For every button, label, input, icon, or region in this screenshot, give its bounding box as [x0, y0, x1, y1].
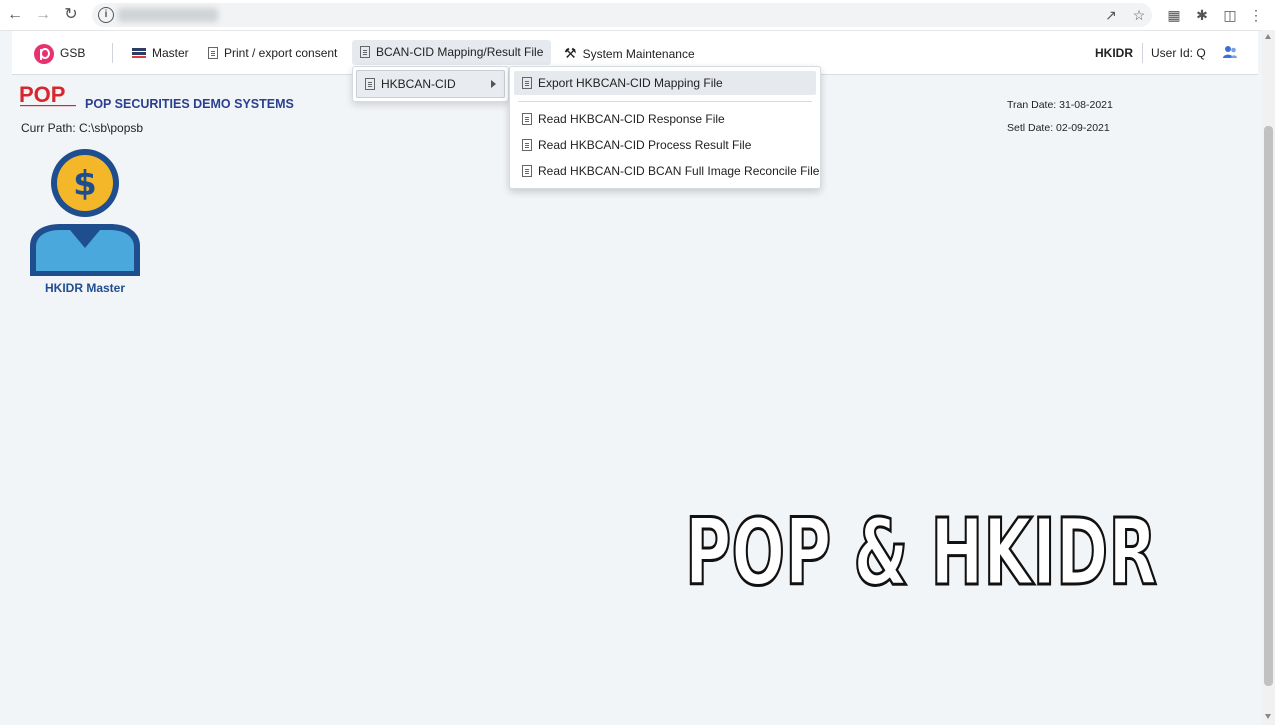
menu-item-label: Read HKBCAN-CID Process Result File	[538, 138, 752, 152]
company-name: POP SECURITIES DEMO SYSTEMS	[85, 97, 294, 111]
extensions-puzzle-icon[interactable]: ✱	[1193, 6, 1211, 24]
master-menu[interactable]: Master	[132, 42, 189, 64]
gsb-menu[interactable]: GSB	[34, 42, 85, 64]
qr-code-icon[interactable]: ▦	[1165, 6, 1183, 24]
master-icon	[132, 48, 146, 58]
back-arrow-icon[interactable]: ←	[6, 6, 24, 24]
document-icon	[522, 77, 532, 89]
document-icon	[522, 139, 532, 151]
document-icon	[365, 78, 375, 90]
reload-icon[interactable]: ↻	[62, 6, 80, 24]
read-response-file-item[interactable]: Read HKBCAN-CID Response File	[514, 107, 816, 131]
menu-item-label: Read HKBCAN-CID Response File	[538, 112, 725, 126]
menu-item-label: Export HKBCAN-CID Mapping File	[538, 76, 723, 90]
read-bcan-reconcile-file-item[interactable]: Read HKBCAN-CID BCAN Full Image Reconcil…	[514, 159, 820, 183]
vertical-scrollbar[interactable]	[1262, 30, 1275, 725]
scroll-up-icon[interactable]	[1265, 34, 1271, 39]
settlement-date: Setl Date: 02-09-2021	[1007, 122, 1110, 134]
site-info-icon[interactable]: i	[98, 7, 114, 23]
blurred-url	[118, 8, 218, 22]
master-label: Master	[152, 46, 189, 60]
print-export-menu[interactable]: Print / export consent	[208, 42, 337, 64]
menu-item-label: Read HKBCAN-CID BCAN Full Image Reconcil…	[538, 164, 820, 178]
export-mapping-file-item[interactable]: Export HKBCAN-CID Mapping File	[514, 71, 816, 95]
gsb-logo-icon	[34, 43, 54, 64]
bcan-mapping-label: BCAN-CID Mapping/Result File	[376, 45, 544, 59]
address-bar[interactable]: i	[92, 3, 1152, 27]
browser-toolbar: ← → ↻ i ↗ ☆ ▦ ✱ ◫ ⋮	[0, 0, 1275, 31]
document-icon	[208, 47, 218, 59]
system-name: HKIDR	[1095, 46, 1133, 60]
tile-label: HKIDR Master	[44, 281, 125, 295]
gsb-label: GSB	[60, 46, 86, 60]
hkbcan-cid-submenu: Export HKBCAN-CID Mapping File Read HKBC…	[509, 66, 821, 189]
menu-divider	[1142, 43, 1143, 63]
bcan-mapping-menu[interactable]: BCAN-CID Mapping/Result File	[352, 40, 552, 65]
system-maintenance-label: System Maintenance	[582, 47, 695, 61]
pop-logo-text: POP	[19, 82, 65, 107]
read-process-result-file-item[interactable]: Read HKBCAN-CID Process Result File	[514, 133, 816, 157]
transaction-date: Tran Date: 31-08-2021	[1007, 99, 1113, 111]
bookmark-star-icon[interactable]: ☆	[1130, 6, 1148, 24]
users-icon[interactable]	[1222, 44, 1238, 60]
document-icon	[360, 46, 370, 58]
chevron-right-icon	[491, 80, 496, 88]
share-icon[interactable]: ↗	[1102, 6, 1120, 24]
system-maintenance-menu[interactable]: ⚒ System Maintenance	[564, 42, 695, 64]
watermark-text: POP & HKIDR	[685, 499, 1157, 600]
svg-text:$: $	[73, 164, 97, 204]
pop-logo: POP	[19, 82, 76, 107]
print-export-label: Print / export consent	[224, 46, 338, 60]
hammer-icon: ⚒	[564, 45, 577, 61]
more-menu-icon[interactable]: ⋮	[1247, 6, 1265, 24]
document-icon	[522, 165, 532, 177]
menu-divider	[518, 101, 812, 102]
user-id: User Id: Q	[1151, 46, 1206, 60]
document-icon	[522, 113, 532, 125]
user-dollar-icon: $	[30, 149, 140, 276]
side-panel-icon[interactable]: ◫	[1221, 6, 1239, 24]
hkbcan-cid-label: HKBCAN-CID	[381, 77, 456, 91]
scrollbar-thumb[interactable]	[1264, 126, 1273, 686]
watermark-title: POP & HKIDR	[685, 498, 1159, 601]
forward-arrow-icon[interactable]: →	[34, 6, 52, 24]
menu-divider	[112, 43, 113, 63]
scroll-down-icon[interactable]	[1265, 714, 1271, 719]
hkbcan-cid-menu-item[interactable]: HKBCAN-CID	[356, 70, 505, 98]
current-path: Curr Path: C:\sb\popsb	[21, 121, 144, 135]
hkidr-master-tile[interactable]: $ HKIDR Master	[26, 146, 144, 296]
bcan-submenu: HKBCAN-CID	[352, 66, 509, 102]
